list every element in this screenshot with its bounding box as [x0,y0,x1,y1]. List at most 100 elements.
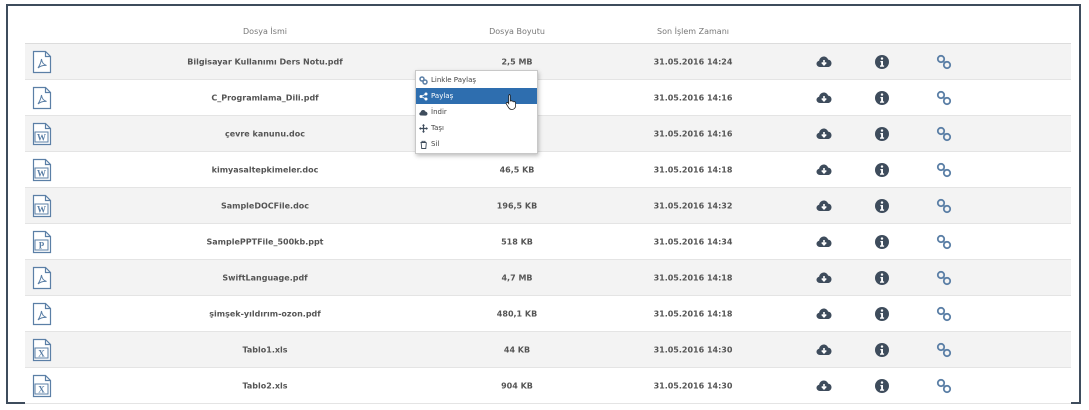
file-name[interactable]: C_Programlama_Dili.pdf [211,93,318,102]
link-icon[interactable] [936,306,952,322]
link-icon [419,75,428,85]
pdf-icon [32,266,52,290]
table-row[interactable]: P SamplePPTFile_500kb.ppt 518 KB 31.05.2016… [25,224,1071,260]
table-row[interactable]: Wkimyasaltepkimeler.doc 46,5 KB 31.05.2016… [25,152,1071,188]
pdf-icon [32,302,52,326]
share-icon [419,92,428,100]
pdf-icon [32,86,52,110]
link-icon[interactable] [936,234,952,250]
cloud-download-icon[interactable] [816,54,832,70]
link-icon[interactable] [936,198,952,214]
word-icon: W [32,194,52,218]
link-icon[interactable] [936,270,952,286]
file-table: Dosya İsmi Dosya Boyutu Son İşlem Zamanı… [25,19,1071,404]
file-name[interactable]: Tablo1.xls [242,345,287,354]
info-icon[interactable] [874,306,890,322]
cloud-download-icon[interactable] [816,342,832,358]
file-name[interactable]: SwiftLanguage.pdf [222,273,307,282]
file-name[interactable]: şimşek-yıldırım-ozon.pdf [209,309,321,318]
file-time: 31.05.2016 14:34 [653,237,733,246]
context-menu-item-label: İndir [431,108,447,116]
info-icon[interactable] [874,126,890,142]
table-row[interactable]: X Tablo1.xls 44 KB 31.05.2016 14:30 [25,332,1071,368]
file-list-panel: Dosya İsmi Dosya Boyutu Son İşlem Zamanı… [6,4,1081,404]
svg-text:P: P [39,241,45,251]
file-size: 46,5 KB [499,165,535,174]
trash-icon [420,140,427,149]
table-row[interactable]: SwiftLanguage.pdf 4,7 MB 31.05.2016 14:18 [25,260,1071,296]
context-menu-item-label: Linkle Paylaş [431,76,477,84]
file-size: 904 KB [501,381,533,390]
file-size: 480,1 KB [496,309,538,318]
file-size: 518 KB [501,237,533,246]
move-icon [419,123,428,133]
info-icon[interactable] [874,162,890,178]
file-name[interactable]: çevre kanunu.doc [225,129,305,138]
file-size: 196,5 KB [496,201,538,210]
table-row[interactable]: C_Programlama_Dili.pdf 31.05.2016 14:16 [25,80,1071,116]
table-row[interactable]: X Tablo2.xls 904 KB 31.05.2016 14:30 [25,368,1071,404]
cloud-download-icon[interactable] [816,234,832,250]
column-header-time[interactable]: Son İşlem Zamanı [657,27,729,36]
word-icon: W [32,122,52,146]
cloud-download-icon[interactable] [816,378,832,394]
link-icon[interactable] [936,342,952,358]
file-time: 31.05.2016 14:32 [653,201,733,210]
cloud-download-icon[interactable] [816,270,832,286]
context-menu-item-2[interactable]: Paylaş [416,88,537,104]
file-name[interactable]: SampleDOCFile.doc [221,201,309,210]
cloud-download-icon[interactable] [816,126,832,142]
file-time: 31.05.2016 14:30 [653,345,733,354]
link-icon[interactable] [936,162,952,178]
file-time: 31.05.2016 14:18 [653,165,733,174]
info-icon[interactable] [874,234,890,250]
column-header-size[interactable]: Dosya Boyutu [489,27,545,36]
link-icon[interactable] [936,126,952,142]
link-icon[interactable] [936,378,952,394]
context-menu-item-label: Taşı [431,124,444,132]
file-name[interactable]: kimyasaltepkimeler.doc [212,165,319,174]
cloud-download-icon [419,109,428,116]
cloud-download-icon[interactable] [816,306,832,322]
info-icon[interactable] [874,90,890,106]
info-icon[interactable] [874,270,890,286]
table-row[interactable]: Bilgisayar Kullanımı Ders Notu.pdf 2,5 MB… [25,44,1071,80]
table-row[interactable]: Wçevre kanunu.doc 31.05.2016 14:16 [25,116,1071,152]
excel-icon: X [32,338,52,362]
svg-text:X: X [38,385,45,395]
svg-text:W: W [37,169,46,179]
link-icon[interactable] [936,54,952,70]
file-size: 2,5 MB [501,57,533,66]
svg-text:W: W [37,205,46,215]
word-icon: W [32,158,52,182]
cloud-download-icon[interactable] [816,90,832,106]
file-time: 31.05.2016 14:16 [653,93,733,102]
file-time: 31.05.2016 14:18 [653,309,733,318]
info-icon[interactable] [874,54,890,70]
svg-text:W: W [37,133,46,143]
column-header-name[interactable]: Dosya İsmi [243,27,287,36]
pdf-icon [32,50,52,74]
link-icon[interactable] [936,90,952,106]
context-menu-item-3[interactable]: İndir [416,104,537,120]
cloud-download-icon[interactable] [816,162,832,178]
table-row[interactable]: şimşek-yıldırım-ozon.pdf 480,1 KB 31.05.20… [25,296,1071,332]
table-row[interactable]: W SampleDOCFile.doc 196,5 KB 31.05.2016 14:… [25,188,1071,224]
file-time: 31.05.2016 14:30 [653,381,733,390]
file-time: 31.05.2016 14:24 [653,57,733,66]
file-time: 31.05.2016 14:18 [653,273,733,282]
context-menu-item-5[interactable]: Sil [416,136,537,152]
info-icon[interactable] [874,198,890,214]
file-name[interactable]: Bilgisayar Kullanımı Ders Notu.pdf [187,57,343,66]
context-menu-item-label: Paylaş [431,92,454,100]
powerpoint-icon: P [32,230,52,254]
file-name[interactable]: Tablo2.xls [242,381,287,390]
context-menu-item-1[interactable]: Linkle Paylaş [416,72,537,88]
file-name[interactable]: SamplePPTFile_500kb.ppt [206,237,323,246]
info-icon[interactable] [874,378,890,394]
table-body: Bilgisayar Kullanımı Ders Notu.pdf 2,5 MB… [25,44,1071,404]
svg-text:X: X [38,349,45,359]
info-icon[interactable] [874,342,890,358]
cloud-download-icon[interactable] [816,198,832,214]
context-menu-item-4[interactable]: Taşı [416,120,537,136]
